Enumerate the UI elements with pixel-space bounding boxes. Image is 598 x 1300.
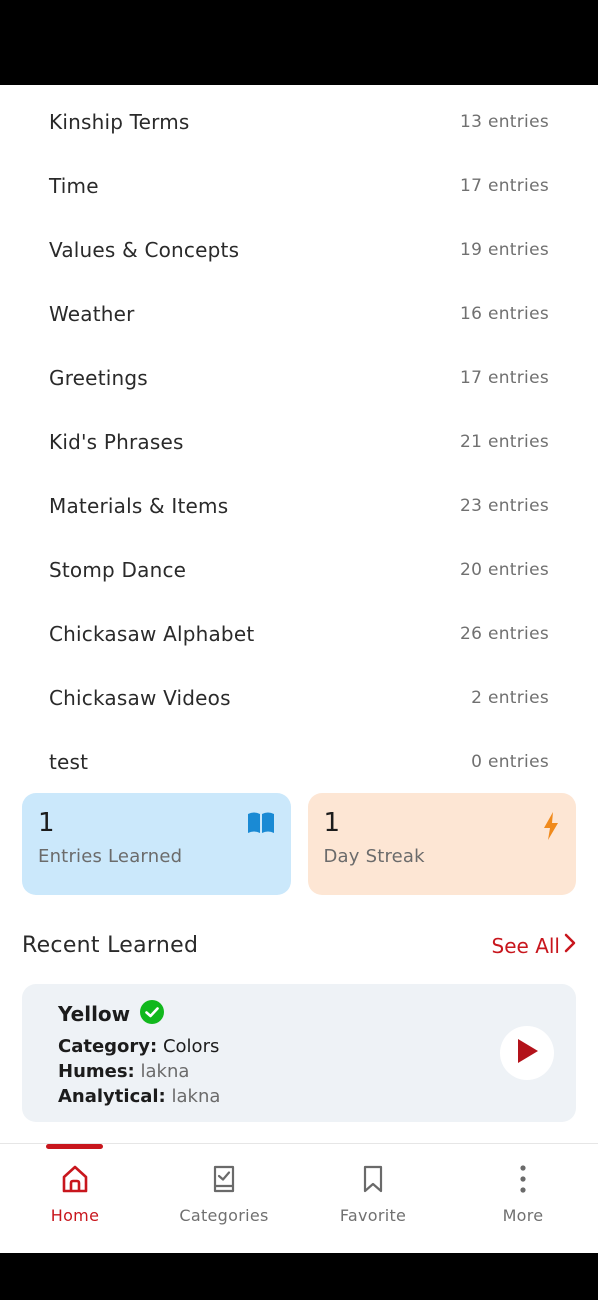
entry-humes: Humes: lakna bbox=[58, 1059, 540, 1084]
entry-category: Category: Colors bbox=[58, 1034, 540, 1059]
category-name: Time bbox=[49, 174, 99, 198]
category-count: 13 entries bbox=[460, 112, 549, 132]
category-count: 19 entries bbox=[460, 240, 549, 260]
category-count: 20 entries bbox=[460, 560, 549, 580]
active-tab-indicator bbox=[46, 1144, 103, 1149]
category-list: Kinship Terms 13 entries Time 17 entries… bbox=[0, 90, 598, 794]
day-streak-label: Day Streak bbox=[323, 846, 425, 867]
category-row[interactable]: Materials & Items 23 entries bbox=[0, 474, 598, 538]
category-count: 0 entries bbox=[471, 752, 549, 772]
day-streak-card[interactable]: 1 Day Streak bbox=[307, 793, 576, 895]
see-all-link[interactable]: See All bbox=[492, 933, 576, 958]
tab-more[interactable]: More bbox=[458, 1164, 588, 1225]
entry-analytical: Analytical: lakna bbox=[58, 1084, 540, 1109]
more-vertical-icon bbox=[508, 1164, 538, 1198]
recent-learned-card[interactable]: Yellow Category: Colors Humes: lakna Ana… bbox=[22, 984, 576, 1122]
category-name: Stomp Dance bbox=[49, 558, 187, 582]
category-count: 23 entries bbox=[460, 496, 549, 516]
category-row[interactable]: Time 17 entries bbox=[0, 154, 598, 218]
category-row[interactable]: Kid's Phrases 21 entries bbox=[0, 410, 598, 474]
analytical-value: lakna bbox=[171, 1086, 221, 1107]
tab-favorite-label: Favorite bbox=[339, 1206, 407, 1225]
see-all-label: See All bbox=[491, 933, 560, 958]
bottom-tab-bar: Home Categories Favorite More bbox=[0, 1143, 598, 1253]
category-name: Kid's Phrases bbox=[49, 430, 184, 454]
category-count: 26 entries bbox=[460, 624, 549, 644]
chevron-right-icon bbox=[564, 933, 576, 958]
category-name: Chickasaw Alphabet bbox=[49, 622, 255, 646]
category-key: Category: bbox=[58, 1036, 158, 1057]
stats-row: 1 Entries Learned 1 Day Streak bbox=[22, 793, 576, 895]
tab-more-label: More bbox=[502, 1206, 544, 1225]
day-streak-value: 1 bbox=[323, 808, 341, 838]
tab-categories-label: Categories bbox=[179, 1206, 269, 1225]
category-name: Chickasaw Videos bbox=[49, 686, 231, 710]
category-row[interactable]: Chickasaw Alphabet 26 entries bbox=[0, 602, 598, 666]
humes-key: Humes: bbox=[58, 1061, 135, 1082]
category-name: Values & Concepts bbox=[49, 238, 240, 262]
tab-home[interactable]: Home bbox=[10, 1164, 140, 1225]
entries-learned-value: 1 bbox=[38, 808, 55, 838]
tab-favorite[interactable]: Favorite bbox=[308, 1164, 438, 1225]
category-row[interactable]: Chickasaw Videos 2 entries bbox=[0, 666, 598, 730]
category-row[interactable]: Greetings 17 entries bbox=[0, 346, 598, 410]
checklist-icon bbox=[209, 1164, 239, 1198]
category-count: 16 entries bbox=[460, 304, 549, 324]
category-name: test bbox=[49, 750, 89, 774]
status-bar bbox=[0, 0, 598, 85]
lightning-icon bbox=[542, 811, 560, 845]
category-count: 17 entries bbox=[460, 176, 549, 196]
category-row[interactable]: Kinship Terms 13 entries bbox=[0, 90, 598, 154]
analytical-key: Analytical: bbox=[58, 1086, 166, 1107]
system-navigation-bar bbox=[0, 1253, 598, 1300]
category-count: 17 entries bbox=[460, 368, 549, 388]
category-name: Materials & Items bbox=[49, 494, 229, 518]
entries-learned-label: Entries Learned bbox=[38, 846, 183, 867]
category-row[interactable]: Weather 16 entries bbox=[0, 282, 598, 346]
category-value: Colors bbox=[162, 1036, 220, 1057]
bookmark-icon bbox=[358, 1164, 388, 1198]
category-count: 21 entries bbox=[460, 432, 549, 452]
category-name: Greetings bbox=[49, 366, 148, 390]
entries-learned-card[interactable]: 1 Entries Learned bbox=[22, 793, 291, 895]
recent-learned-header: Recent Learned See All bbox=[22, 933, 576, 958]
play-audio-button[interactable] bbox=[500, 1026, 554, 1080]
home-icon bbox=[60, 1164, 90, 1198]
category-row[interactable]: Stomp Dance 20 entries bbox=[0, 538, 598, 602]
category-name: Weather bbox=[49, 302, 135, 326]
category-name: Kinship Terms bbox=[49, 110, 190, 134]
entry-word: Yellow bbox=[58, 1002, 131, 1026]
tab-home-label: Home bbox=[50, 1206, 100, 1225]
home-screen: Kinship Terms 13 entries Time 17 entries… bbox=[0, 85, 598, 1253]
tab-categories[interactable]: Categories bbox=[159, 1164, 289, 1225]
check-circle-icon bbox=[140, 1000, 165, 1028]
play-icon bbox=[515, 1038, 539, 1068]
recent-learned-title: Recent Learned bbox=[22, 933, 199, 958]
category-row[interactable]: Values & Concepts 19 entries bbox=[0, 218, 598, 282]
category-row[interactable]: test 0 entries bbox=[0, 730, 598, 794]
humes-value: lakna bbox=[140, 1061, 190, 1082]
category-count: 2 entries bbox=[471, 688, 549, 708]
book-icon bbox=[247, 811, 275, 839]
